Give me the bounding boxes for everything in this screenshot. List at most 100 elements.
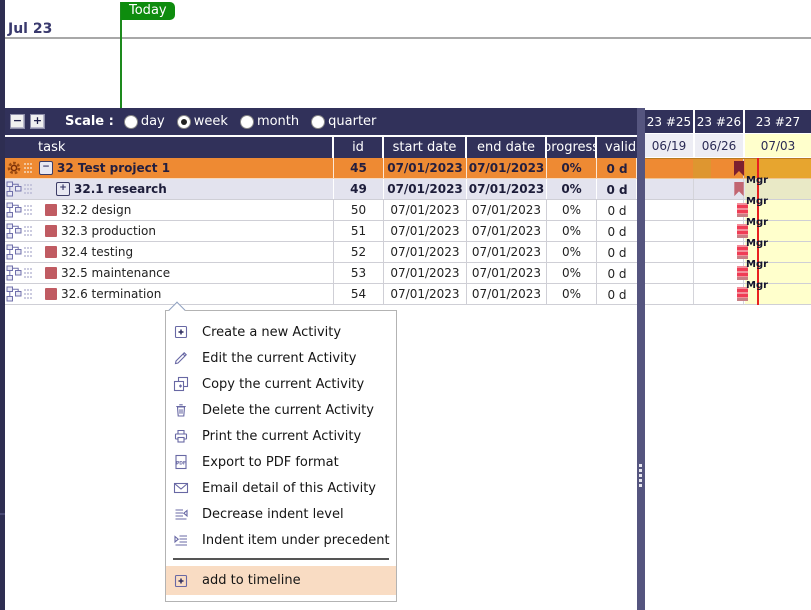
start-date-cell: 07/01/2023 — [384, 242, 467, 262]
id-cell: 51 — [334, 221, 384, 241]
end-date-cell: 07/01/2023 — [467, 263, 547, 283]
column-header-end-date: end date — [467, 137, 547, 158]
activity-color-icon — [45, 246, 57, 258]
end-date-cell: 07/01/2023 — [467, 242, 547, 262]
menu-item-print-activity[interactable]: Print the current Activity — [166, 423, 396, 449]
radio-selected-icon[interactable] — [177, 115, 191, 129]
milestone-flag-icon[interactable] — [734, 161, 744, 177]
hierarchy-icon — [6, 202, 22, 218]
validated-cell: 0 d — [597, 158, 637, 178]
end-date-cell: 07/01/2023 — [467, 179, 547, 199]
validated-cell: 0 d — [597, 263, 637, 283]
menu-item-indent-under-precedent[interactable]: Indent item under precedent — [166, 527, 396, 553]
collapse-row-button[interactable]: − — [39, 161, 53, 175]
progress-cell: 0% — [547, 263, 597, 283]
milestone-flag-icon[interactable] — [734, 182, 744, 197]
scale-label: Scale : — [65, 114, 114, 129]
start-date-cell: 07/01/2023 — [384, 158, 467, 178]
table-row[interactable]: 32.2 design 50 07/01/2023 07/01/2023 0% … — [5, 200, 637, 221]
gear-icon — [6, 160, 22, 176]
validated-cell: 0 d — [597, 200, 637, 220]
start-date-cell: 07/01/2023 — [384, 284, 467, 304]
id-cell: 52 — [334, 242, 384, 262]
outdent-icon — [173, 506, 189, 522]
column-header-progress: progress — [547, 137, 597, 158]
radio-icon[interactable] — [311, 115, 325, 129]
table-row[interactable]: − 32 Test project 1 45 07/01/2023 07/01/… — [5, 158, 637, 179]
hierarchy-icon — [6, 244, 22, 260]
table-row[interactable]: 32.3 production 51 07/01/2023 07/01/2023… — [5, 221, 637, 242]
activity-color-icon — [45, 288, 57, 300]
drag-handle-icon[interactable] — [23, 245, 33, 259]
table-row[interactable]: 32.4 testing 52 07/01/2023 07/01/2023 0%… — [5, 242, 637, 263]
resource-label: Mgr — [746, 217, 768, 228]
column-header-id: id — [334, 137, 384, 158]
timeline-row — [645, 242, 811, 263]
drag-handle-icon[interactable] — [23, 287, 33, 301]
column-header-task: task — [5, 137, 334, 158]
menu-separator — [173, 558, 389, 560]
drag-handle-icon[interactable] — [23, 182, 33, 196]
id-cell: 53 — [334, 263, 384, 283]
splitter-grip-icon[interactable] — [639, 464, 642, 487]
task-label: 32.1 research — [74, 182, 167, 196]
trash-icon — [173, 402, 189, 418]
menu-item-delete-activity[interactable]: Delete the current Activity — [166, 397, 396, 423]
drag-handle-icon[interactable] — [23, 203, 33, 217]
expand-all-button[interactable]: + — [30, 114, 45, 129]
table-row[interactable]: 32.5 maintenance 53 07/01/2023 07/01/202… — [5, 263, 637, 284]
menu-item-copy-activity[interactable]: Copy the current Activity — [166, 371, 396, 397]
start-date-cell: 07/01/2023 — [384, 221, 467, 241]
hierarchy-icon — [6, 286, 22, 302]
hierarchy-icon — [6, 265, 22, 281]
id-cell: 54 — [334, 284, 384, 304]
table-timeline-splitter[interactable] — [637, 108, 645, 610]
svg-text:PDF: PDF — [176, 461, 186, 467]
hierarchy-icon — [6, 181, 22, 197]
scale-option-month[interactable]: month — [240, 114, 299, 129]
pencil-icon — [173, 350, 189, 366]
menu-item-add-to-timeline[interactable]: add to timeline — [166, 566, 396, 595]
end-date-cell: 07/01/2023 — [467, 200, 547, 220]
menu-item-email-activity[interactable]: Email detail of this Activity — [166, 475, 396, 501]
table-header: task id start date end date progress val… — [5, 137, 637, 159]
task-label: 32.5 maintenance — [61, 266, 170, 280]
scale-option-week[interactable]: week — [177, 114, 228, 129]
drag-handle-icon[interactable] — [23, 266, 33, 280]
timeline-row — [645, 179, 811, 200]
id-cell: 45 — [334, 158, 384, 178]
menu-item-edit-activity[interactable]: Edit the current Activity — [166, 345, 396, 371]
drag-handle-icon[interactable] — [23, 161, 33, 175]
collapse-all-button[interactable]: − — [10, 114, 25, 129]
resource-label: Mgr — [746, 280, 768, 291]
validated-cell: 0 d — [597, 179, 637, 199]
resource-label: Mgr — [746, 238, 768, 249]
radio-icon[interactable] — [240, 115, 254, 129]
hierarchy-icon — [6, 223, 22, 239]
radio-icon[interactable] — [124, 115, 138, 129]
validated-cell: 0 d — [597, 221, 637, 241]
menu-item-export-pdf[interactable]: PDF Export to PDF format — [166, 449, 396, 475]
task-label: 32.4 testing — [61, 245, 133, 259]
progress-cell: 0% — [547, 158, 597, 178]
id-cell: 50 — [334, 200, 384, 220]
drag-handle-icon[interactable] — [23, 224, 33, 238]
scale-option-day[interactable]: day — [124, 114, 165, 129]
table-row[interactable]: + 32.1 research 49 07/01/2023 07/01/2023… — [5, 179, 637, 200]
timeline-axis-line — [5, 37, 811, 39]
table-row[interactable]: 32.6 termination 54 07/01/2023 07/01/202… — [5, 284, 637, 305]
timeline-row — [645, 221, 811, 242]
expand-row-button[interactable]: + — [56, 182, 70, 196]
indent-icon — [173, 532, 189, 548]
progress-cell: 0% — [547, 221, 597, 241]
scale-option-quarter[interactable]: quarter — [311, 114, 376, 129]
menu-item-create-activity[interactable]: Create a new Activity — [166, 319, 396, 345]
activity-color-icon — [45, 267, 57, 279]
menu-item-decrease-indent[interactable]: Decrease indent level — [166, 501, 396, 527]
start-date-cell: 07/01/2023 — [384, 179, 467, 199]
validated-cell: 0 d — [597, 242, 637, 262]
add-icon — [173, 324, 189, 340]
resource-label: Mgr — [746, 175, 768, 186]
timeline-panel: 23 #25 23 #26 23 #27 06/19 06/26 07/03 — [645, 108, 811, 358]
period-label: Jul 23 — [8, 21, 52, 37]
